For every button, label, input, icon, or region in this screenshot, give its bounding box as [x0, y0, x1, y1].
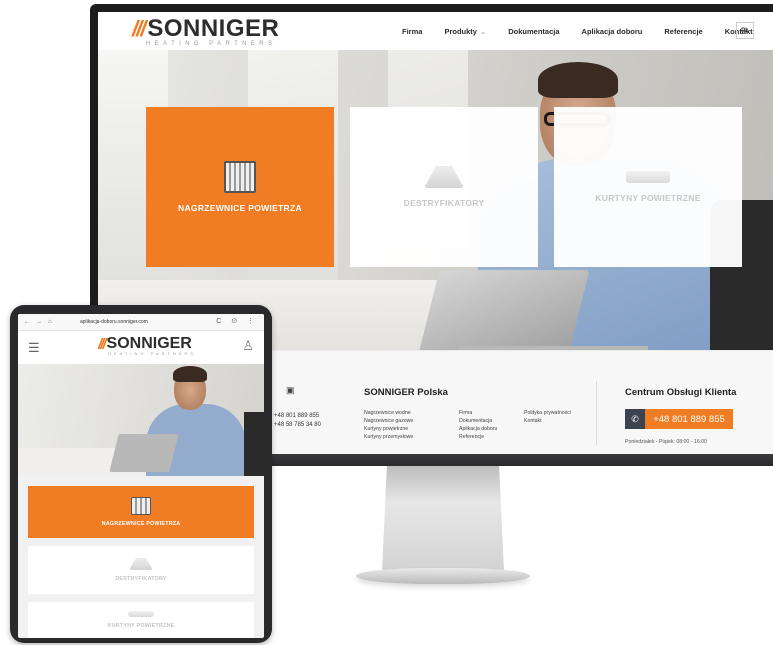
footer-phone-1[interactable]: +48 801 889 855 [274, 413, 319, 419]
mobile-header: ☰ /// SONNIGER HEATING PARTNERS ♙ [18, 330, 264, 364]
language-selector[interactable]: PL [736, 22, 754, 39]
user-icon[interactable]: ♙ [242, 339, 254, 352]
sonniger-logo[interactable]: /// SONNIGER HEATING PARTNERS [132, 15, 280, 48]
back-icon[interactable]: ← [24, 319, 30, 325]
footer-links-company: Firma Dokumentacja Aplikacja doboru Refe… [459, 409, 497, 441]
hero-person-hair [538, 62, 618, 98]
logo-tagline: HEATING PARTNERS [146, 41, 277, 47]
tile-label: KURTYNY POWIETRZNE [595, 193, 701, 203]
address-bar[interactable]: aplikacja-doboru.sonniger.com [80, 319, 148, 325]
sonniger-logo[interactable]: /// SONNIGER HEATING PARTNERS [98, 336, 196, 356]
footer-links-legal: Polityka prywatności Kontakt [524, 409, 571, 425]
service-hours: Poniedziałek - Piątek: 08:00 - 16:00 [625, 439, 707, 445]
browser-bar: ← → ⌂ aplikacja-doboru.sonniger.com C ⊙ … [18, 314, 264, 330]
tile-label: KURTYNY POWIETRZNE [107, 623, 175, 629]
tile-kurtyny-powietrzne[interactable]: KURTYNY POWIETRZNE [554, 107, 742, 267]
footer-link[interactable]: Kontakt [524, 417, 571, 425]
monitor-stand [382, 466, 504, 572]
mobile-hero [18, 364, 264, 476]
footer-link[interactable]: Kurtyny powietrzne [364, 425, 413, 433]
tile-label: NAGRZEWNICE POWIETRZA [101, 521, 181, 527]
footer-link[interactable]: Kurtyny przemysłowe [364, 433, 413, 441]
tile-label: DESTRYFIKATORY [403, 198, 485, 208]
hero-person-hair [173, 366, 207, 382]
footer-links-products: Nagrzewnice wodne Nagrzewnice gazowe Kur… [364, 409, 413, 441]
footer-link[interactable]: Polityka prywatności [524, 409, 571, 417]
footer-link[interactable]: Aplikacja doboru [459, 425, 497, 433]
logo-name: SONNIGER [106, 335, 192, 352]
desktop-header: /// SONNIGER HEATING PARTNERS Firma Prod… [98, 12, 773, 50]
footer-company-title: SONNIGER Polska [364, 387, 448, 398]
destratifier-icon [424, 166, 464, 188]
tile-label: DESTRYFIKATORY [115, 576, 167, 582]
footer-link[interactable]: Dokumentacja [459, 417, 497, 425]
footer-link[interactable]: Referencje [459, 433, 497, 441]
tile-destryfikatory[interactable]: DESTRYFIKATORY [28, 546, 254, 594]
nav-item-referencje[interactable]: Referencje [664, 27, 702, 36]
footer-link[interactable]: Firma [459, 409, 497, 417]
main-nav: Firma Produkty ⌄ Dokumentacja Aplikacja d… [402, 12, 773, 50]
browser-actions[interactable]: C ⊙ ⋮ [216, 317, 258, 325]
nav-item-dokumentacja[interactable]: Dokumentacja [508, 27, 559, 36]
tile-kurtyny-powietrzne[interactable]: KURTYNY POWIETRZNE [28, 602, 254, 638]
logo-mark: /// [132, 16, 146, 41]
nav-item-aplikacja-doboru[interactable]: Aplikacja doboru [582, 27, 643, 36]
logo-tagline: HEATING PARTNERS [108, 351, 197, 356]
logo-mark: /// [98, 335, 106, 353]
nav-item-produkty[interactable]: Produkty ⌄ [444, 27, 486, 36]
footer-phone-2[interactable]: +48 58 785 34 80 [274, 422, 321, 428]
nav-item-firma[interactable]: Firma [402, 27, 422, 36]
footer-link[interactable]: Nagrzewnice wodne [364, 409, 413, 417]
heater-icon [224, 161, 256, 193]
footer-divider [596, 381, 597, 445]
phone-icon: ✆ [625, 409, 645, 429]
mobile-website: ← → ⌂ aplikacja-doboru.sonniger.com C ⊙ … [18, 314, 264, 638]
hero-chair [244, 412, 264, 476]
tile-nagrzewnice-powietrza[interactable]: NAGRZEWNICE POWIETRZA [146, 107, 334, 267]
destratifier-icon [129, 558, 153, 570]
hero-laptop [416, 270, 590, 350]
tile-label: NAGRZEWNICE POWIETRZA [178, 203, 302, 213]
forward-icon[interactable]: → [36, 319, 42, 325]
heater-icon [131, 497, 151, 515]
monitor-stand-base [356, 568, 530, 584]
youtube-icon[interactable]: ▣ [286, 385, 295, 396]
service-call-button[interactable]: ✆ +48 801 889 855 [625, 409, 733, 429]
hero-laptop [109, 434, 179, 472]
air-curtain-icon [128, 611, 154, 617]
service-phone-number: +48 801 889 855 [645, 409, 733, 429]
nav-item-label: Produkty [444, 26, 477, 36]
tile-destryfikatory[interactable]: DESTRYFIKATORY [350, 107, 538, 267]
footer-service-title: Centrum Obsługi Klienta [625, 387, 737, 398]
logo-name: SONNIGER [147, 15, 280, 42]
hamburger-icon[interactable]: ☰ [28, 341, 40, 354]
air-curtain-icon [626, 171, 670, 183]
chevron-down-icon: ⌄ [479, 26, 487, 36]
home-icon[interactable]: ⌂ [48, 319, 52, 325]
footer-link[interactable]: Nagrzewnice gazowe [364, 417, 413, 425]
tile-nagrzewnice-powietrza[interactable]: NAGRZEWNICE POWIETRZA [28, 486, 254, 538]
